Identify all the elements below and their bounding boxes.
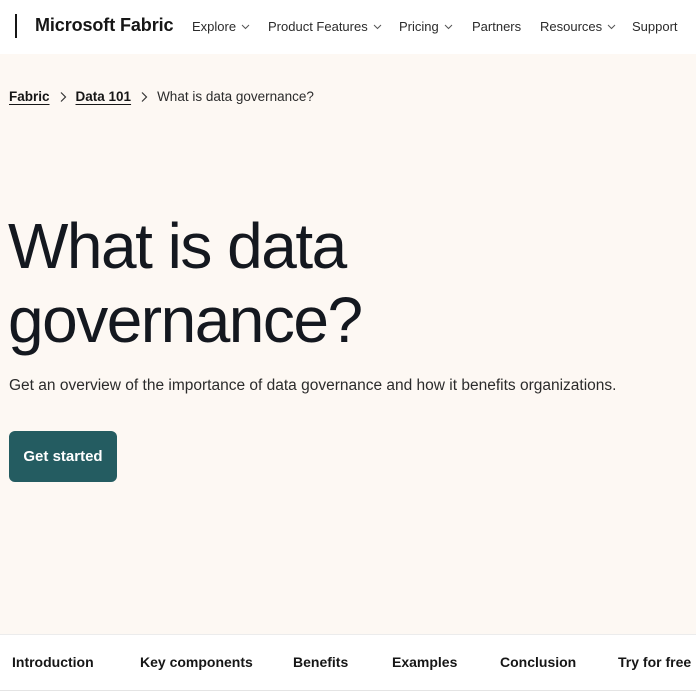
chevron-down-icon	[444, 22, 453, 31]
tab-try-for-free[interactable]: Try for free	[618, 654, 691, 670]
menu-item-partners[interactable]: Partners	[472, 19, 521, 34]
chevron-down-icon	[607, 22, 616, 31]
main-menu: Explore Product Features Pricing Partner…	[0, 19, 696, 37]
section-tabs: Introduction Key components Benefits Exa…	[0, 634, 696, 691]
page-subtitle: Get an overview of the importance of dat…	[9, 377, 617, 394]
tab-conclusion[interactable]: Conclusion	[500, 654, 576, 670]
menu-item-label: Pricing	[399, 19, 439, 34]
chevron-down-icon	[373, 22, 382, 31]
hero-section: Fabric Data 101 What is data governance?…	[0, 54, 696, 634]
breadcrumb-current-page: What is data governance?	[157, 89, 314, 104]
chevron-right-icon	[139, 91, 149, 103]
page-title-line-2: governance?	[8, 284, 363, 356]
tab-key-components[interactable]: Key components	[140, 654, 253, 670]
tab-examples[interactable]: Examples	[392, 654, 457, 670]
breadcrumb-link-fabric[interactable]: Fabric	[9, 89, 50, 104]
top-navigation: Microsoft Fabric Explore Product Feature…	[0, 0, 696, 54]
breadcrumb: Fabric Data 101 What is data governance?	[9, 89, 314, 104]
menu-item-support[interactable]: Support	[632, 19, 678, 34]
menu-item-label: Explore	[192, 19, 237, 34]
page-title-line-1: What is data	[8, 210, 347, 282]
menu-item-label: Resources	[540, 19, 603, 34]
page-title: What is data governance?	[8, 209, 608, 357]
tab-introduction[interactable]: Introduction	[12, 654, 94, 670]
menu-item-resources[interactable]: Resources	[540, 19, 616, 34]
menu-item-pricing[interactable]: Pricing	[399, 19, 453, 34]
menu-item-label: Partners	[472, 19, 522, 34]
menu-item-label: Product Features	[268, 19, 368, 34]
breadcrumb-link-data-101[interactable]: Data 101	[76, 89, 132, 104]
chevron-down-icon	[241, 22, 250, 31]
menu-item-explore[interactable]: Explore	[192, 19, 250, 34]
menu-item-product-features[interactable]: Product Features	[268, 19, 382, 34]
chevron-right-icon	[58, 91, 68, 103]
tab-benefits[interactable]: Benefits	[293, 654, 348, 670]
get-started-button[interactable]: Get started	[9, 431, 117, 482]
menu-item-label: Support	[632, 19, 678, 34]
